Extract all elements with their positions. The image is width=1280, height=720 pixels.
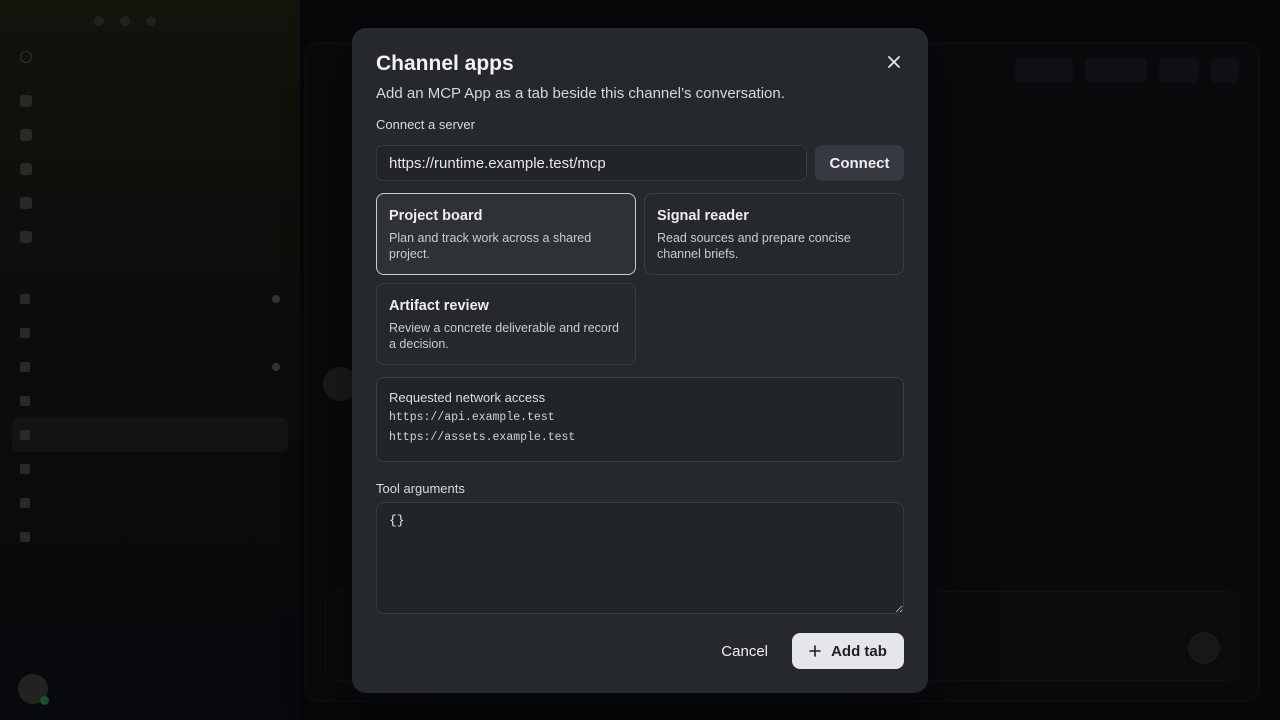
cancel-button[interactable]: Cancel xyxy=(711,633,778,669)
network-access-title: Requested network access xyxy=(389,390,546,405)
server-url-input[interactable] xyxy=(376,145,807,181)
channel-apps-dialog: Channel apps Add an MCP App as a tab bes… xyxy=(352,28,928,693)
network-domain: https://assets.example.test xyxy=(389,431,576,444)
server-row: Connect xyxy=(376,145,904,181)
dialog-subtitle: Add an MCP App as a tab beside this chan… xyxy=(376,85,785,102)
tool-arguments-label: Tool arguments xyxy=(376,481,465,496)
plus-icon xyxy=(809,645,821,657)
server-label: Connect a server xyxy=(376,117,475,132)
close-button[interactable] xyxy=(882,50,906,74)
tool-arguments-textarea[interactable]: {} xyxy=(376,502,904,614)
app-card-title: Artifact review xyxy=(389,298,489,314)
app-card-project-board[interactable]: Project board Plan and track work across… xyxy=(376,193,636,275)
close-icon xyxy=(888,56,900,68)
app-card-description: Plan and track work across a shared proj… xyxy=(389,231,592,261)
dialog-actions: Cancel Add tab xyxy=(376,633,904,669)
app-card-title: Signal reader xyxy=(657,208,749,224)
connect-button[interactable]: Connect xyxy=(815,145,904,181)
network-domain: https://api.example.test xyxy=(389,411,555,424)
app-card-description: Read sources and prepare concise channel… xyxy=(657,231,851,261)
add-tab-label: Add tab xyxy=(831,642,887,660)
network-access-box: Requested network access https://api.exa… xyxy=(376,377,904,462)
app-card-description: Review a concrete deliverable and record… xyxy=(389,321,619,351)
dialog-title: Channel apps xyxy=(376,52,514,75)
app-card-title: Project board xyxy=(389,208,483,224)
app-card-signal-reader[interactable]: Signal reader Read sources and prepare c… xyxy=(644,193,904,275)
app-card-artifact-review[interactable]: Artifact review Review a concrete delive… xyxy=(376,283,636,365)
add-tab-button[interactable]: Add tab xyxy=(792,633,904,669)
app-cards: Project board Plan and track work across… xyxy=(376,193,904,365)
